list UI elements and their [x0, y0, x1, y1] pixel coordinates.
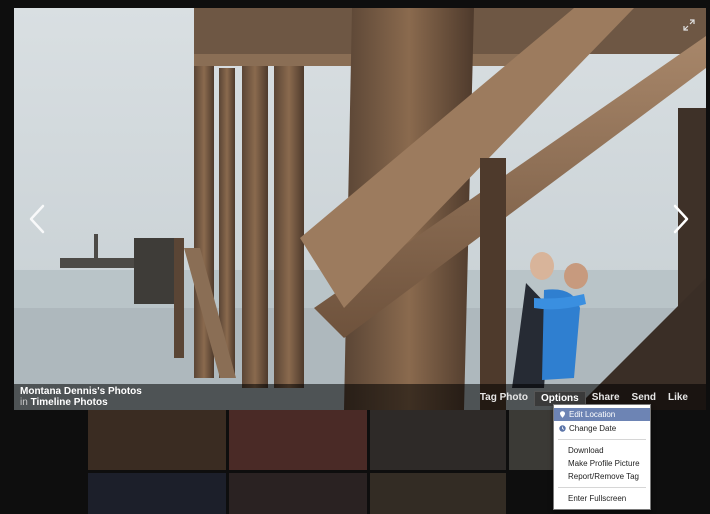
expand-icon[interactable]: [682, 18, 696, 32]
next-photo-button[interactable]: [668, 204, 694, 234]
tag-photo-button[interactable]: Tag Photo: [474, 391, 534, 405]
send-button[interactable]: Send: [626, 391, 662, 405]
menu-item-make-profile-picture[interactable]: Make Profile Picture: [554, 457, 650, 470]
thumbnail: [229, 473, 367, 514]
menu-divider: [558, 487, 646, 488]
menu-divider: [558, 439, 646, 440]
like-button[interactable]: Like: [662, 391, 694, 405]
chevron-right-icon: [673, 204, 689, 234]
options-menu: Edit Location Change Date Download Make …: [553, 404, 651, 510]
thumbnail: [229, 408, 367, 470]
menu-item-label: Make Profile Picture: [568, 459, 640, 468]
chevron-left-icon: [29, 204, 45, 234]
album-prefix: in: [20, 397, 28, 408]
menu-item-label: Edit Location: [569, 410, 616, 419]
menu-item-change-date[interactable]: Change Date: [554, 422, 650, 435]
photo-owner-link[interactable]: Montana Dennis's Photos: [20, 386, 142, 397]
menu-item-download[interactable]: Download: [554, 444, 650, 457]
menu-item-label: Change Date: [569, 424, 617, 433]
menu-item-report-remove-tag[interactable]: Report/Remove Tag: [554, 470, 650, 483]
menu-item-label: Report/Remove Tag: [568, 472, 639, 481]
pier-photo: [14, 8, 706, 410]
thumbnail: [370, 473, 506, 514]
thumbnail: [370, 408, 506, 470]
thumbnail: [88, 473, 226, 514]
location-pin-icon: [560, 411, 565, 418]
share-button[interactable]: Share: [586, 391, 626, 405]
menu-item-label: Download: [568, 446, 604, 455]
menu-item-label: Enter Fullscreen: [568, 494, 627, 503]
menu-item-enter-fullscreen[interactable]: Enter Fullscreen: [554, 492, 650, 505]
menu-item-edit-location[interactable]: Edit Location: [554, 408, 650, 421]
album-link[interactable]: Timeline Photos: [31, 397, 108, 408]
previous-photo-button[interactable]: [24, 204, 50, 234]
clock-icon: [559, 425, 566, 432]
thumbnail: [88, 408, 226, 470]
album-line: in Timeline Photos: [20, 397, 108, 408]
photo-viewer: [14, 8, 706, 410]
